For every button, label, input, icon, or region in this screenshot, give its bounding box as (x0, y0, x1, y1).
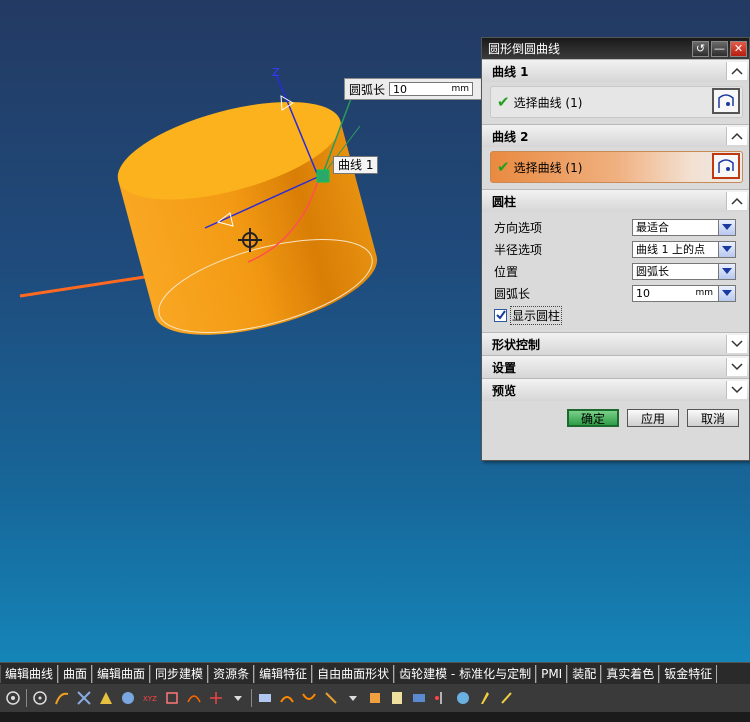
radius-option-select[interactable]: 曲线 1 上的点 (632, 240, 736, 258)
tab-true-shading[interactable]: 真实着色 (601, 665, 660, 683)
reset-icon[interactable]: ↺ (692, 40, 709, 57)
center-point-icon[interactable] (31, 689, 49, 707)
section-curve-2[interactable]: 曲线 2 (482, 124, 749, 147)
curve-fit-icon[interactable] (53, 689, 71, 707)
dropdown-arrow-icon[interactable] (229, 689, 247, 707)
offset-icon[interactable] (163, 689, 181, 707)
project-curve-icon[interactable] (322, 689, 340, 707)
extract-icon[interactable] (366, 689, 384, 707)
chevron-down-icon[interactable] (726, 358, 747, 376)
cancel-button[interactable]: 取消 (687, 409, 739, 427)
chevron-up-icon[interactable] (726, 192, 747, 210)
chevron-down-icon[interactable] (718, 263, 735, 279)
curve-select-icon[interactable] (712, 88, 740, 114)
tab-edit-feature[interactable]: 编辑特征 (254, 665, 313, 683)
svg-text:XYZ: XYZ (143, 695, 157, 703)
direction-option-select[interactable]: 最适合 (632, 218, 736, 236)
position-row: 位置 圆弧长 (490, 260, 743, 282)
cylinder (117, 101, 378, 335)
arc-length-popup[interactable]: 圆弧长 10 mm (344, 78, 486, 100)
z-axis-label: Z (272, 66, 280, 79)
tangent-icon[interactable] (185, 689, 203, 707)
mirror-icon[interactable] (432, 689, 450, 707)
chevron-up-icon[interactable] (726, 62, 747, 80)
tab-sheet-metal[interactable]: 钣金特征 (659, 665, 718, 683)
ok-button[interactable]: 确定 (567, 409, 619, 427)
minimize-icon[interactable]: — (711, 40, 728, 57)
dialog-title: 圆形倒圆曲线 (488, 42, 561, 56)
select-curve-1[interactable]: ✔ 选择曲线 (1) (490, 86, 743, 118)
select-curve-2[interactable]: ✔ 选择曲线 (1) (490, 151, 743, 183)
tab-surface[interactable]: 曲面 (58, 665, 93, 683)
apply-button[interactable]: 应用 (627, 409, 679, 427)
dropdown-arrow-icon[interactable] (344, 689, 362, 707)
chevron-down-icon[interactable] (726, 335, 747, 353)
section-curve-1[interactable]: 曲线 1 (482, 59, 749, 82)
check-icon: ✔ (497, 93, 510, 111)
close-icon[interactable]: ✕ (730, 40, 747, 57)
dialog-titlebar[interactable]: 圆形倒圆曲线 ↺ — ✕ (482, 38, 749, 59)
section-icon[interactable] (410, 689, 428, 707)
show-cylinder-row[interactable]: 显示圆柱 (490, 304, 743, 326)
direction-option-row: 方向选项 最适合 (490, 216, 743, 238)
tab-assembly[interactable]: 装配 (567, 665, 602, 683)
section-settings[interactable]: 设置 (482, 355, 749, 378)
chevron-down-icon[interactable] (718, 219, 735, 235)
tab-sync-modeling[interactable]: 同步建模 (150, 665, 209, 683)
point-handle (316, 169, 330, 183)
bridge-curve-icon[interactable] (278, 689, 296, 707)
pen-icon[interactable] (498, 689, 516, 707)
arc-length-row: 圆弧长 10 mm (490, 282, 743, 304)
chevron-up-icon[interactable] (726, 127, 747, 145)
dialog-button-bar: 确定 应用 取消 (482, 401, 749, 427)
status-strip (0, 712, 750, 722)
curve-select-icon[interactable] (712, 153, 740, 179)
radius-option-row: 半径选项 曲线 1 上的点 (490, 238, 743, 260)
section-cylinder[interactable]: 圆柱 (482, 189, 749, 212)
show-cylinder-label: 显示圆柱 (510, 305, 563, 325)
tab-freeform-shape[interactable]: 自由曲面形状 (312, 665, 395, 683)
round-fillet-curve-dialog: 圆形倒圆曲线 ↺ — ✕ 曲线 1 ✔ 选择曲线 (1) 曲线 2 ✔ 选择曲线… (481, 37, 750, 461)
intersection-icon[interactable] (75, 689, 93, 707)
tab-pmi[interactable]: PMI (536, 665, 568, 683)
icon-toolbar: XYZ (0, 684, 750, 712)
tab-gear-modeling[interactable]: 齿轮建模 - 标准化与定制 (394, 665, 537, 683)
plane-icon[interactable] (256, 689, 274, 707)
arc-length-field[interactable]: 10 mm (632, 284, 736, 302)
sheet-icon[interactable] (388, 689, 406, 707)
chevron-down-icon[interactable] (718, 241, 735, 257)
chevron-down-icon[interactable] (726, 381, 747, 399)
section-preview[interactable]: 预览 (482, 378, 749, 401)
tab-resource-bar[interactable]: 资源条 (208, 665, 255, 683)
axis-icon[interactable] (207, 689, 225, 707)
arc-length-popup-input[interactable]: 10 mm (389, 82, 474, 96)
spinner-icon[interactable] (718, 285, 735, 301)
sphere-icon[interactable] (119, 689, 137, 707)
tab-edit-surface[interactable]: 编辑曲面 (92, 665, 151, 683)
position-select[interactable]: 圆弧长 (632, 262, 736, 280)
ribbon-tab-bar: 编辑曲线 曲面 编辑曲面 同步建模 资源条 编辑特征 自由曲面形状 齿轮建模 -… (0, 662, 750, 685)
show-cylinder-checkbox[interactable] (494, 308, 507, 322)
curve-1-tag: 曲线 1 (333, 156, 379, 174)
blend-curve-icon[interactable] (300, 689, 318, 707)
highlight-icon[interactable] (476, 689, 494, 707)
xyz-icon[interactable]: XYZ (141, 689, 159, 707)
section-shape-control[interactable]: 形状控制 (482, 332, 749, 355)
tab-edit-curve[interactable]: 编辑曲线 (0, 665, 59, 683)
check-icon: ✔ (497, 158, 510, 176)
arc-length-popup-label: 圆弧长 (349, 82, 386, 97)
wave-link-icon[interactable] (454, 689, 472, 707)
snap-point-icon[interactable] (4, 689, 22, 707)
surface-point-icon[interactable] (97, 689, 115, 707)
